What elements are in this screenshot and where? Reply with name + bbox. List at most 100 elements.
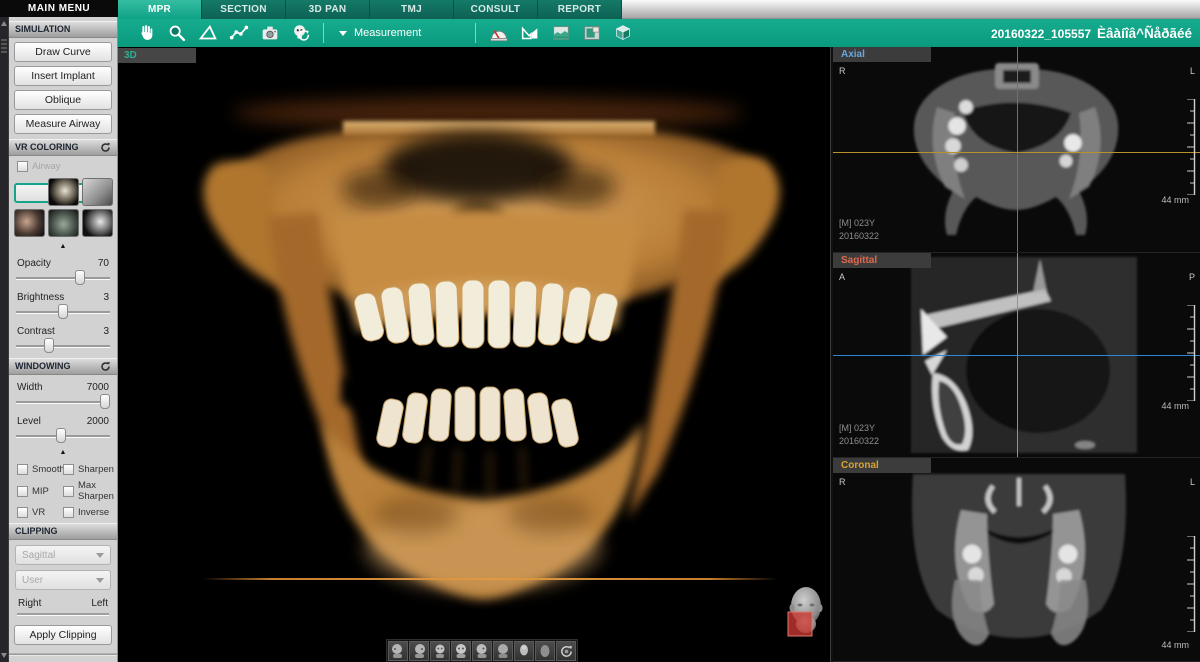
checkbox-box	[17, 507, 28, 518]
brightness-value: 3	[103, 292, 109, 303]
refresh-icon[interactable]	[100, 361, 111, 372]
toolbar-separator	[475, 23, 476, 43]
scroll-grip[interactable]	[1, 39, 7, 53]
chevron-down-icon	[339, 31, 347, 36]
coronal-scale-ruler	[1184, 536, 1196, 637]
pan-icon[interactable]	[130, 21, 161, 45]
skull-rotate-icon[interactable]	[285, 21, 316, 45]
orientation-head-right[interactable]	[409, 641, 429, 661]
orientation-head-back[interactable]	[493, 641, 513, 661]
tab-tmj[interactable]: TMJ	[370, 0, 454, 19]
draw-curve-button[interactable]: Draw Curve	[14, 42, 112, 62]
collapse-vr-coloring-icon[interactable]: ▲	[9, 243, 117, 251]
axial-crosshair-horizontal[interactable]	[833, 152, 1200, 153]
opacity-slider[interactable]	[16, 270, 110, 285]
max-sharpen-label: Max Sharpen	[78, 480, 121, 502]
orientation-head-top[interactable]	[514, 641, 534, 661]
level-slider[interactable]	[16, 428, 110, 443]
protractor-icon[interactable]	[483, 21, 514, 45]
axial-view[interactable]: Axial R L 44 mm [M] 023Y 20160322	[833, 47, 1200, 253]
brightness-slider-thumb[interactable]	[58, 304, 68, 319]
capture-icon[interactable]	[254, 21, 285, 45]
sharpen-checkbox[interactable]: Sharpen	[63, 464, 121, 475]
clipping-plane-select[interactable]: Sagittal	[15, 545, 111, 565]
windowing-title: WINDOWING	[15, 359, 71, 374]
scroll-up-icon[interactable]	[1, 21, 7, 26]
sagittal-crosshair-horizontal[interactable]	[833, 355, 1200, 356]
refresh-icon[interactable]	[100, 142, 111, 153]
angle-icon[interactable]	[192, 21, 223, 45]
section-header-vr-coloring[interactable]: VR COLORING	[9, 139, 117, 156]
tab-consult[interactable]: CONSULT	[454, 0, 538, 19]
airway-checkbox[interactable]: Airway	[17, 161, 117, 172]
clipping-mode-value: User	[22, 575, 43, 586]
sagittal-scale-label: 44 mm	[1161, 401, 1189, 411]
3d-viewport[interactable]: 3D	[118, 47, 830, 662]
main-menu-header[interactable]: MAIN MENU	[0, 0, 118, 17]
vr-preset-mip[interactable]	[48, 209, 79, 237]
orientation-head-silhouette[interactable]	[535, 641, 555, 661]
apply-clipping-button[interactable]: Apply Clipping	[14, 625, 112, 645]
checkbox-box	[17, 486, 28, 497]
axial-view-tab[interactable]: Axial	[833, 47, 931, 62]
contrast-slider[interactable]	[16, 338, 110, 353]
vr-preset-soft-tissue[interactable]	[82, 178, 113, 206]
tab-3d-pan[interactable]: 3D PAN	[286, 0, 370, 19]
vr-preset-profile[interactable]	[14, 209, 45, 237]
collapse-windowing-icon[interactable]: ▲	[9, 449, 117, 457]
orientation-head-left[interactable]	[388, 641, 408, 661]
measure-airway-button[interactable]: Measure Airway	[14, 114, 112, 134]
vr-checkbox[interactable]: VR	[17, 507, 63, 518]
zoom-icon[interactable]	[161, 21, 192, 45]
patient-id: 20160322_105557	[991, 27, 1091, 41]
smooth-checkbox[interactable]: Smooth	[17, 464, 63, 475]
width-slider-thumb[interactable]	[100, 394, 110, 409]
tab-mpr[interactable]: MPR	[118, 0, 202, 19]
main-toolbar: Measurement 20160322_105557Èâàíîâ^Ñåðãéé	[118, 19, 1200, 47]
orientation-head-front[interactable]	[451, 641, 471, 661]
inverse-checkbox[interactable]: Inverse	[63, 507, 121, 518]
insert-implant-button[interactable]: Insert Implant	[14, 66, 112, 86]
right-label: Right	[18, 598, 41, 609]
orientation-head-front-small[interactable]	[430, 641, 450, 661]
mip-checkbox[interactable]: MIP	[17, 480, 63, 502]
axial-crosshair-vertical[interactable]	[1017, 47, 1018, 252]
coronal-marker-right-side: R	[839, 477, 846, 487]
tab-report[interactable]: REPORT	[538, 0, 622, 19]
checkbox-box	[17, 161, 28, 172]
coronal-view[interactable]: Coronal R L 44 mm	[833, 458, 1200, 662]
opacity-slider-thumb[interactable]	[75, 270, 85, 285]
vr-preset-skull-dark[interactable]	[48, 178, 79, 206]
section-header-windowing[interactable]: WINDOWING	[9, 358, 117, 375]
study-date: 20160322	[839, 230, 879, 243]
oblique-button[interactable]: Oblique	[14, 90, 112, 110]
tab-section[interactable]: SECTION	[202, 0, 286, 19]
clipping-range-slider[interactable]	[17, 613, 109, 615]
section-header-simulation[interactable]: SIMULATION	[9, 21, 117, 38]
curve-icon[interactable]	[223, 21, 254, 45]
coronal-view-tab[interactable]: Coronal	[833, 458, 931, 473]
histogram-icon[interactable]	[545, 21, 576, 45]
vr-preset-bone-gear[interactable]	[82, 209, 113, 237]
width-slider[interactable]	[16, 394, 110, 409]
sidebar-scrollbar[interactable]	[0, 17, 9, 662]
orientation-head-indicator[interactable]	[781, 583, 830, 640]
scroll-down-icon[interactable]	[1, 653, 7, 658]
clipping-mode-select[interactable]: User	[15, 570, 111, 590]
sagittal-view[interactable]: Sagittal A P 44 mm [M] 023Y 20160322	[833, 253, 1200, 458]
annotation-icon[interactable]	[576, 21, 607, 45]
chevron-down-icon	[96, 578, 104, 583]
brightness-slider[interactable]	[16, 304, 110, 319]
rotate-reset-icon[interactable]	[556, 641, 576, 661]
profile-measure-icon[interactable]	[514, 21, 545, 45]
section-header-clipping[interactable]: CLIPPING	[9, 523, 117, 540]
level-slider-thumb[interactable]	[56, 428, 66, 443]
orientation-head-oblique[interactable]	[472, 641, 492, 661]
cube-icon[interactable]	[607, 21, 638, 45]
opacity-label: Opacity	[17, 258, 51, 269]
sagittal-view-tab[interactable]: Sagittal	[833, 253, 931, 268]
measurement-dropdown[interactable]: Measurement	[339, 27, 421, 39]
max-sharpen-checkbox[interactable]: Max Sharpen	[63, 480, 121, 502]
axial-marker-left-side: L	[1190, 66, 1195, 76]
contrast-slider-thumb[interactable]	[44, 338, 54, 353]
